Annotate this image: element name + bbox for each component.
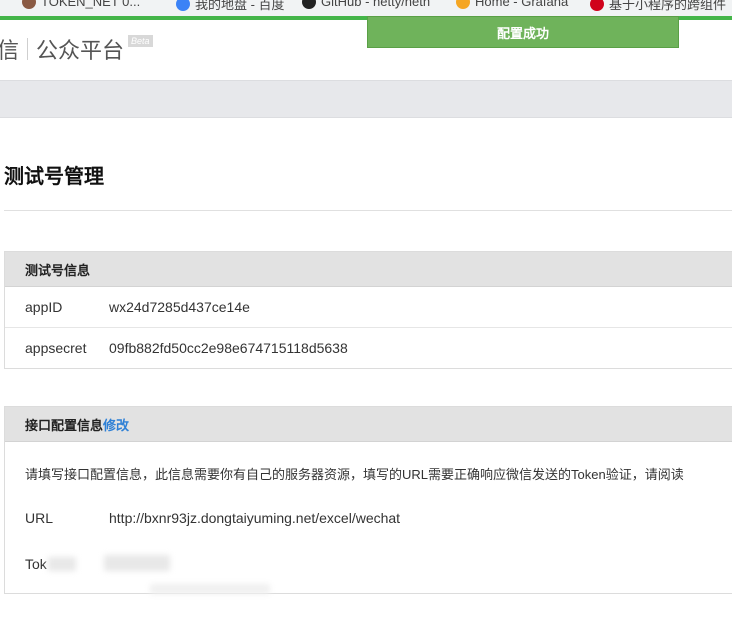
bookmark-label: 我的地盘 - 百度 bbox=[195, 0, 285, 12]
bookmark-5[interactable]: 基于小程序的跨组件 bbox=[590, 0, 726, 13]
page-title: 测试号管理 bbox=[4, 166, 104, 188]
url-value[interactable]: http://bxnr93jz.dongtaiyuming.net/excel/… bbox=[109, 510, 400, 526]
bookmark-4[interactable]: Home - Grafana bbox=[456, 0, 568, 9]
config-description: 请填写接口配置信息，此信息需要你有自己的服务器资源，填写的URL需要正确响应微信… bbox=[25, 467, 684, 482]
redaction-blur bbox=[104, 555, 170, 571]
info-row-appid: appID wx24d7285d437ce14e bbox=[5, 287, 732, 327]
success-toast: 配置成功 bbox=[367, 16, 679, 48]
bookmark-favicon-icon bbox=[590, 0, 604, 11]
github-icon bbox=[302, 0, 316, 9]
config-row-url: URL http://bxnr93jz.dongtaiyuming.net/ex… bbox=[5, 498, 732, 538]
nav-bar bbox=[0, 80, 732, 118]
bookmark-label: Home - Grafana bbox=[475, 0, 569, 9]
row-label: appsecret bbox=[25, 340, 87, 356]
toast-message: 配置成功 bbox=[496, 25, 549, 41]
title-divider bbox=[4, 210, 732, 211]
appsecret-value[interactable]: 09fb882fd50cc2e98e674715118d5638 bbox=[109, 340, 348, 356]
bookmark-3[interactable]: GitHub - netty/neth bbox=[302, 0, 430, 9]
panel-title: 测试号信息 bbox=[25, 262, 91, 278]
bookmark-2[interactable]: 我的地盘 - 百度 bbox=[176, 0, 285, 13]
bookmark-label: TOKEN_NET 0... bbox=[41, 0, 141, 9]
brand-prefix: 信 bbox=[0, 38, 20, 63]
brand-logo[interactable]: 信 公众平台 Beta bbox=[0, 20, 153, 78]
bookmark-1[interactable]: TOKEN_NET 0... bbox=[22, 0, 140, 9]
bookmark-favicon-icon bbox=[176, 0, 190, 11]
bookmark-label: 基于小程序的跨组件 bbox=[609, 0, 727, 12]
grafana-icon bbox=[456, 0, 470, 9]
info-row-appsecret: appsecret 09fb882fd50cc2e98e674715118d56… bbox=[5, 327, 732, 368]
panel-header: 接口配置信息 修改 bbox=[5, 407, 732, 442]
panel-title: 接口配置信息 bbox=[25, 417, 104, 433]
beta-badge: Beta bbox=[128, 35, 153, 47]
redaction-blur bbox=[150, 584, 270, 594]
edit-config-link[interactable]: 修改 bbox=[103, 415, 129, 434]
test-account-panel: 测试号信息 appID wx24d7285d437ce14e appsecret… bbox=[4, 251, 732, 369]
redaction-blur bbox=[48, 557, 76, 571]
row-label: appID bbox=[25, 299, 63, 315]
row-label: URL bbox=[25, 510, 54, 526]
panel-header: 测试号信息 bbox=[5, 252, 732, 287]
brand-name: 公众平台 bbox=[36, 38, 125, 63]
bookmarks-bar: TOKEN_NET 0... 我的地盘 - 百度 GitHub - netty/… bbox=[0, 0, 732, 16]
appid-value[interactable]: wx24d7285d437ce14e bbox=[109, 299, 250, 315]
bookmark-label: GitHub - netty/neth bbox=[321, 0, 431, 9]
bookmark-favicon-icon bbox=[22, 0, 36, 9]
brand-divider bbox=[27, 38, 29, 60]
